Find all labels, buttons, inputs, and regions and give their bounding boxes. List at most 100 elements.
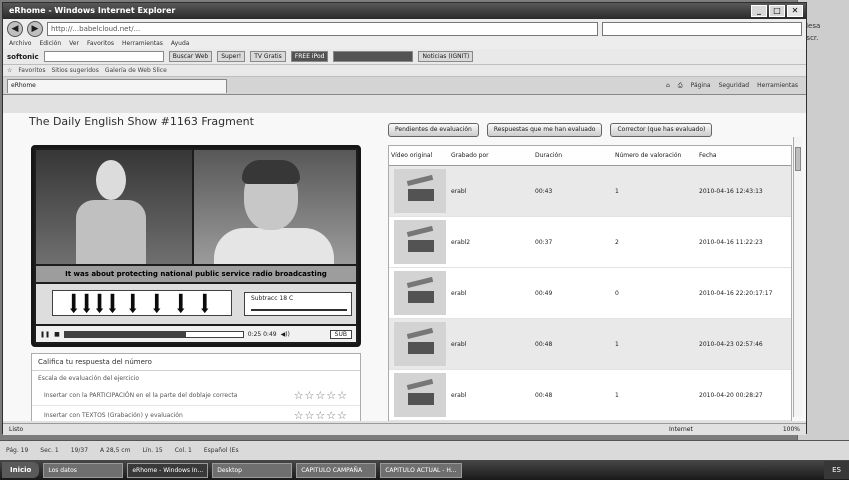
video-thumbnail-icon[interactable] <box>394 322 446 366</box>
toolbar-item-ipod[interactable]: FREE iPod <box>290 51 329 62</box>
col-user[interactable]: Grabado por <box>449 146 533 165</box>
sub-button[interactable]: SUB <box>329 329 352 339</box>
status-bar: Listo Internet 100% <box>3 423 806 435</box>
video-thumbnail-icon[interactable] <box>394 271 446 315</box>
cell-user: erabl <box>451 340 467 348</box>
cmd-seguridad[interactable]: Seguridad <box>719 82 750 90</box>
home-icon[interactable]: ⌂ <box>666 82 670 90</box>
stop-icon[interactable]: ■ <box>54 331 60 338</box>
minimize-icon[interactable]: _ <box>751 5 767 17</box>
zoom-level[interactable]: 100% <box>783 426 800 433</box>
toolbar-item-block[interactable] <box>333 51 414 62</box>
cell-count: 1 <box>615 187 619 195</box>
subtitle-caption: It was about protecting national public … <box>36 266 356 282</box>
volume-icon[interactable]: ◀)) <box>281 331 290 338</box>
col-duration[interactable]: Duración <box>533 146 613 165</box>
table-header: Vídeo original Grabado por Duración Núme… <box>389 146 791 166</box>
cell-date: 2010-04-16 11:22:23 <box>699 238 763 246</box>
responses-table: Vídeo original Grabado por Duración Núme… <box>388 145 792 421</box>
col-video[interactable]: Vídeo original <box>389 146 449 165</box>
cmd-herramientas[interactable]: Herramientas <box>757 82 798 90</box>
progress-track[interactable] <box>63 330 244 338</box>
toolbar-brand[interactable]: softonic <box>7 53 39 61</box>
table-row[interactable]: erabl 00:49 0 2010-04-16 22:20:17:17 <box>389 268 791 319</box>
maximize-icon[interactable]: □ <box>769 5 785 17</box>
menu-item-herramientas[interactable]: Herramientas <box>122 39 163 49</box>
tab-pendientes[interactable]: Pendientes de evaluación <box>388 123 479 137</box>
task-item[interactable]: CAPITULO CAMPAÑA <box>296 462 377 478</box>
fav-item-sugeridos[interactable]: Sitios sugeridos <box>51 67 98 74</box>
cell-duration: 00:37 <box>535 238 553 246</box>
system-tray[interactable]: ES <box>824 461 849 479</box>
tab-respuestas[interactable]: Respuestas que me han evaluado <box>486 123 603 137</box>
tab-bar: eRhome ⌂ ⎙ Página Seguridad Herramientas <box>3 77 806 95</box>
rating-row-label: Insertar con la PARTICIPACIÓN en el la p… <box>44 392 238 399</box>
menu-item-ver[interactable]: Ver <box>69 39 79 49</box>
close-icon[interactable]: ✕ <box>787 5 803 17</box>
back-icon[interactable]: ◀ <box>7 21 23 37</box>
address-bar[interactable]: http://...babelcloud.net/... <box>47 22 598 36</box>
waveform[interactable] <box>52 290 232 316</box>
rating-row: Insertar con TEXTOS (Grabación) y evalua… <box>32 406 360 421</box>
star-rating[interactable]: ☆☆☆☆☆ <box>294 409 348 421</box>
cmd-pagina[interactable]: Página <box>691 82 711 90</box>
rating-heading: Califica tu respuesta del número <box>32 354 360 371</box>
toolbar-item-tv[interactable]: TV Gratis <box>250 51 286 62</box>
menu-item-ayuda[interactable]: Ayuda <box>171 39 190 49</box>
page-content: The Daily English Show #1163 Fragment It… <box>3 113 806 421</box>
search-input[interactable] <box>602 22 802 36</box>
table-row[interactable]: erabl 00:48 1 2010-04-20 00:28:27 <box>389 370 791 421</box>
rating-row-label: Insertar con TEXTOS (Grabación) y evalua… <box>44 412 183 419</box>
toolbar-item-noticias[interactable]: Noticias (IGNIT) <box>418 51 474 62</box>
video-thumbnail-icon[interactable] <box>394 373 446 417</box>
taskbar: Inicio Los datos eRhome - Windows In... … <box>0 460 849 480</box>
cell-duration: 00:43 <box>535 187 553 195</box>
video-player: It was about protecting national public … <box>31 145 361 347</box>
menu-item-edicion[interactable]: Edición <box>39 39 61 49</box>
cell-user: erabl <box>451 289 467 297</box>
fav-item-webslice[interactable]: Galería de Web Slice <box>105 67 167 74</box>
col-date[interactable]: Fecha <box>697 146 791 165</box>
status-zone: Internet <box>669 426 693 433</box>
address-row: ◀ ▶ http://...babelcloud.net/... <box>3 19 806 39</box>
tab-erhome[interactable]: eRhome <box>7 78 227 93</box>
print-icon[interactable]: ⎙ <box>678 82 683 90</box>
forward-icon[interactable]: ▶ <box>27 21 43 37</box>
strip-lang: Español (Es <box>203 447 239 454</box>
toolbar-search-button[interactable]: Buscar Web <box>168 51 213 62</box>
toolbar-item-super[interactable]: Super! <box>217 51 246 62</box>
task-item[interactable]: CAPITULO ACTUAL - H... <box>380 462 462 478</box>
player-controls: ❚❚ ■ 0:25 0:49 ◀)) SUB <box>36 326 356 342</box>
task-item[interactable]: eRhome - Windows In... <box>127 462 209 478</box>
cell-duration: 00:48 <box>535 391 553 399</box>
video-thumbnail-icon[interactable] <box>394 169 446 213</box>
menu-item-favoritos[interactable]: Favoritos <box>87 39 114 49</box>
tab-corrector[interactable]: Corrector (que has evaluado) <box>610 123 713 137</box>
pause-icon[interactable]: ❚❚ <box>40 331 50 338</box>
volume-label: Subtracc 18 C <box>251 295 294 302</box>
webcam-video[interactable] <box>194 150 356 264</box>
subtitle-settings-box[interactable]: Subtracc 18 C <box>244 292 352 316</box>
video-thumbnail-icon[interactable] <box>394 220 446 264</box>
original-video[interactable] <box>36 150 192 264</box>
menu-item-archivo[interactable]: Archivo <box>9 39 31 49</box>
task-item[interactable]: Desktop <box>212 462 293 478</box>
cell-date: 2010-04-23 02:57:46 <box>699 340 763 348</box>
waveform-area: Subtracc 18 C <box>36 284 356 324</box>
table-row[interactable]: erabl 00:48 1 2010-04-23 02:57:46 <box>389 319 791 370</box>
star-rating[interactable]: ☆☆☆☆☆ <box>294 389 348 402</box>
table-row[interactable]: erabl 00:43 1 2010-04-16 12:43:13 <box>389 166 791 217</box>
toolbar-search-input[interactable] <box>43 51 164 62</box>
fav-star-icon[interactable]: ☆ <box>7 67 12 74</box>
window-titlebar[interactable]: eRhome - Windows Internet Explorer _ □ ✕ <box>3 3 806 19</box>
fav-item-favoritos[interactable]: Favoritos <box>18 67 45 74</box>
cell-count: 1 <box>615 340 619 348</box>
scroll-thumb[interactable] <box>795 147 801 171</box>
task-item[interactable]: Los datos <box>43 462 124 478</box>
col-count[interactable]: Número de valoración <box>613 146 697 165</box>
start-button[interactable]: Inicio <box>2 462 40 478</box>
cell-user: erabl2 <box>451 238 471 246</box>
volume-bar[interactable] <box>251 309 347 311</box>
table-row[interactable]: erabl2 00:37 2 2010-04-16 11:22:23 <box>389 217 791 268</box>
page-scrollbar[interactable] <box>793 137 802 417</box>
